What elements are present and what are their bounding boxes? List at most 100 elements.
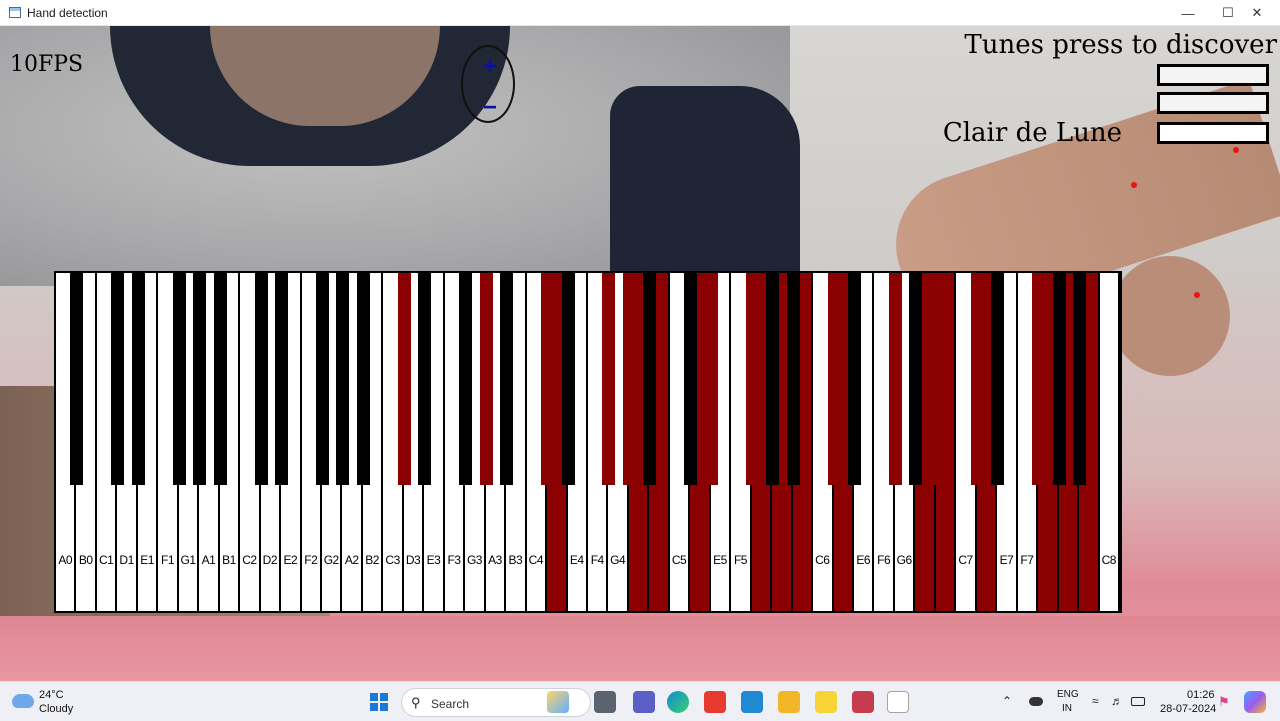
black-key[interactable] <box>704 273 718 485</box>
chevron-up-icon[interactable]: ⌃ <box>1002 694 1012 708</box>
fingertip-marker <box>1233 147 1239 153</box>
key-label: F7 <box>1020 553 1034 567</box>
black-key[interactable] <box>602 273 616 485</box>
copilot-app-icon[interactable] <box>547 691 569 713</box>
wifi-icon[interactable]: ≈ <box>1092 694 1099 708</box>
camera-sleeve-region <box>610 86 800 286</box>
black-key[interactable] <box>848 273 861 485</box>
black-key[interactable] <box>193 273 207 485</box>
fingertip-marker <box>1131 182 1137 188</box>
windows-start-icon[interactable] <box>370 693 388 711</box>
zoom-out-button[interactable]: − <box>478 96 502 120</box>
key-label: E1 <box>140 553 154 567</box>
camera-bed-region <box>0 616 1280 681</box>
weather-description[interactable]: Cloudy <box>39 703 73 715</box>
black-key[interactable] <box>418 273 432 485</box>
black-key[interactable] <box>541 273 555 485</box>
search-label: Search <box>431 697 470 711</box>
app-window-icon <box>9 7 21 18</box>
file-explorer-icon[interactable] <box>778 691 800 713</box>
battery-icon[interactable] <box>1131 697 1145 706</box>
onedrive-icon[interactable] <box>1029 697 1043 706</box>
black-key[interactable] <box>397 273 411 485</box>
black-key[interactable] <box>479 273 493 485</box>
key-label: F3 <box>447 553 461 567</box>
clock-time[interactable]: 01:26 <box>1187 689 1215 701</box>
tune-button-1[interactable] <box>1157 64 1269 86</box>
key-label: E7 <box>999 553 1014 567</box>
task-view-icon[interactable] <box>594 691 616 713</box>
clock-date[interactable]: 28-07-2024 <box>1160 703 1216 715</box>
language-indicator[interactable]: ENG <box>1057 689 1079 700</box>
search-icon: ⚲ <box>411 695 421 710</box>
black-key[interactable] <box>1052 273 1066 485</box>
camera-view[interactable]: 10FPS + − Tunes press to discover Clair … <box>0 26 1280 681</box>
sticky-notes-icon[interactable] <box>815 691 837 713</box>
notepad-icon[interactable] <box>887 691 909 713</box>
black-key[interactable] <box>1032 273 1046 485</box>
black-key[interactable] <box>172 273 186 485</box>
black-key[interactable] <box>745 273 759 485</box>
key-label: C5 <box>671 553 687 567</box>
zoom-in-button[interactable]: + <box>478 55 502 79</box>
black-key[interactable] <box>991 273 1005 485</box>
key-label: C6 <box>815 553 830 567</box>
wps-icon[interactable] <box>704 691 726 713</box>
key-label: F2 <box>304 553 318 567</box>
key-label: E5 <box>713 553 727 567</box>
key-label: E6 <box>856 553 871 567</box>
close-button[interactable]: ✕ <box>1234 0 1280 26</box>
black-key[interactable] <box>213 273 227 485</box>
black-key[interactable] <box>111 273 125 485</box>
vscode-icon[interactable] <box>741 691 763 713</box>
tune-button-2[interactable] <box>1157 92 1269 114</box>
black-key[interactable] <box>500 273 514 485</box>
weather-temperature[interactable]: 24°C <box>39 689 64 701</box>
black-key[interactable] <box>909 273 923 485</box>
black-key[interactable] <box>766 273 780 485</box>
black-key[interactable] <box>643 273 657 485</box>
key-label: F1 <box>161 553 175 567</box>
black-key[interactable] <box>970 273 984 485</box>
black-key[interactable] <box>1073 273 1087 485</box>
snipping-tool-icon[interactable] <box>852 691 874 713</box>
language-region[interactable]: IN <box>1062 703 1072 714</box>
key-label: D3 <box>405 553 421 567</box>
white-key-C8[interactable]: C8 <box>1099 273 1120 611</box>
window-title: Hand detection <box>27 6 108 20</box>
black-key[interactable] <box>888 273 902 485</box>
black-key[interactable] <box>316 273 329 485</box>
key-label: E4 <box>569 553 584 567</box>
black-key[interactable] <box>622 273 636 485</box>
key-label: E2 <box>283 553 298 567</box>
edge-icon[interactable] <box>667 691 689 713</box>
tune-name-label: Clair de Lune <box>942 118 1122 148</box>
black-key[interactable] <box>275 273 289 485</box>
black-key[interactable] <box>929 273 943 485</box>
tunes-title: Tunes press to discover <box>964 30 1277 60</box>
black-key[interactable] <box>254 273 268 485</box>
notification-bell-icon[interactable]: ⚑ <box>1218 694 1230 710</box>
taskbar: 24°C Cloudy ⚲ Search ⌃ ENG IN ≈ ♬ 01:26 … <box>0 681 1280 721</box>
tune-button-clair-de-lune[interactable] <box>1157 122 1269 144</box>
black-key[interactable] <box>336 273 350 485</box>
black-key[interactable] <box>561 273 575 485</box>
key-label: C3 <box>385 553 400 567</box>
key-label: G2 <box>323 553 340 567</box>
black-key[interactable] <box>131 273 145 485</box>
speaker-icon[interactable]: ♬ <box>1111 694 1123 708</box>
piano-keyboard[interactable]: A0 B0 C1 D1 E1 F1 G1 A1 B1 C2 D2 E2 F2 G2 A2 B2 C3 D3 E3 F3… <box>54 271 1122 613</box>
copilot-icon[interactable] <box>1244 691 1266 713</box>
key-label: E3 <box>426 553 441 567</box>
black-key[interactable] <box>827 273 841 485</box>
black-key[interactable] <box>786 273 800 485</box>
black-key[interactable] <box>684 273 698 485</box>
black-key[interactable] <box>70 273 84 485</box>
black-key[interactable] <box>356 273 370 485</box>
teams-icon[interactable] <box>633 691 655 713</box>
black-key[interactable] <box>459 273 473 485</box>
cloud-weather-icon[interactable] <box>12 694 34 708</box>
key-label: A3 <box>488 553 502 567</box>
key-label: G6 <box>896 553 913 567</box>
key-label: A1 <box>201 553 216 567</box>
